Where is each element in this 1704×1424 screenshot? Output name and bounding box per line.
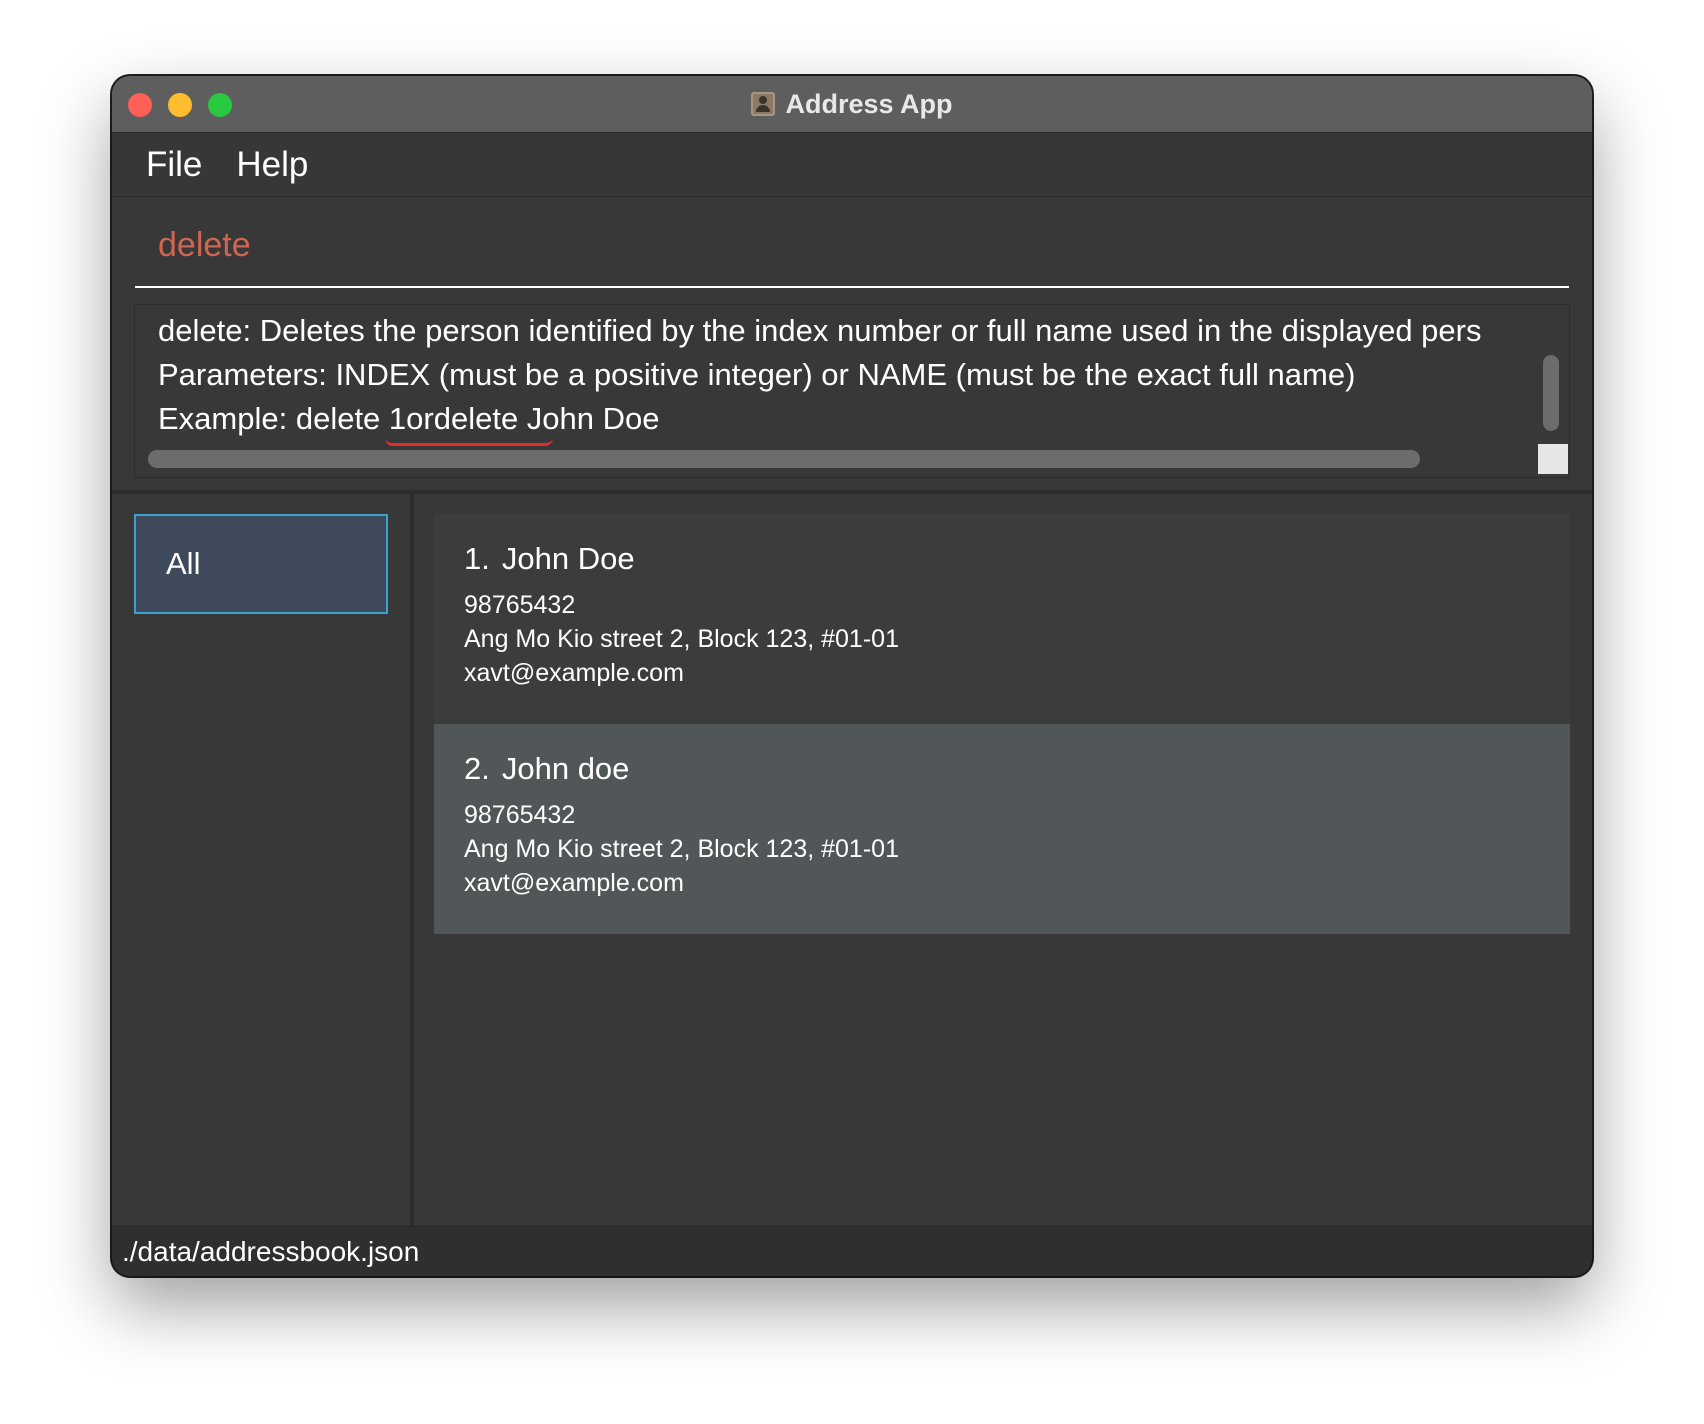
horizontal-scrollbar[interactable] bbox=[148, 450, 1420, 468]
spellcheck-underline bbox=[385, 438, 553, 446]
person-phone: 98765432 bbox=[464, 801, 576, 829]
sidebar-divider bbox=[410, 494, 414, 1226]
person-address: Ang Mo Kio street 2, Block 123, #01-01 bbox=[464, 835, 899, 863]
result-text: delete: Deletes the person identified by… bbox=[158, 313, 1482, 436]
menu-help[interactable]: Help bbox=[236, 145, 308, 185]
command-input[interactable] bbox=[135, 206, 1569, 284]
person-index: 1. bbox=[464, 541, 490, 576]
scroll-corner bbox=[1538, 444, 1568, 474]
person-list: 1. John Doe 98765432 Ang Mo Kio street 2,… bbox=[434, 514, 1570, 934]
person-email: xavt@example.com bbox=[464, 659, 684, 687]
person-name: John doe bbox=[501, 751, 630, 786]
window-title: Address App bbox=[785, 88, 953, 119]
command-box bbox=[135, 206, 1569, 288]
sidebar-item-all[interactable]: All bbox=[134, 514, 388, 614]
person-email: xavt@example.com bbox=[464, 869, 684, 897]
person-name: John Doe bbox=[501, 541, 635, 576]
person-card[interactable]: 1. John Doe 98765432 Ang Mo Kio street 2,… bbox=[434, 514, 1570, 724]
status-bar: ./data/addressbook.json bbox=[112, 1226, 1592, 1276]
person-card[interactable]: 2. John doe 98765432 Ang Mo Kio street 2,… bbox=[434, 724, 1570, 934]
save-location: ./data/addressbook.json bbox=[122, 1235, 420, 1267]
title-bar[interactable]: Address App bbox=[112, 76, 1592, 133]
address-book-icon bbox=[751, 92, 776, 116]
result-display[interactable]: delete: Deletes the person identified by… bbox=[134, 304, 1570, 478]
menu-bar: File Help bbox=[112, 133, 1592, 197]
person-address: Ang Mo Kio street 2, Block 123, #01-01 bbox=[464, 625, 899, 653]
sidebar-item-label: All bbox=[166, 546, 201, 581]
person-name-line: 2. John doe bbox=[464, 748, 1570, 790]
window-title-group: Address App bbox=[112, 76, 1592, 132]
vertical-scrollbar[interactable] bbox=[1543, 355, 1559, 431]
sidebar: All bbox=[112, 494, 410, 1226]
person-phone: 98765432 bbox=[464, 591, 576, 619]
person-name-line: 1. John Doe bbox=[464, 538, 1570, 580]
menu-file[interactable]: File bbox=[146, 145, 202, 185]
app-window: Address App File Help delete: Deletes th… bbox=[112, 76, 1592, 1276]
person-index: 2. bbox=[464, 751, 490, 786]
